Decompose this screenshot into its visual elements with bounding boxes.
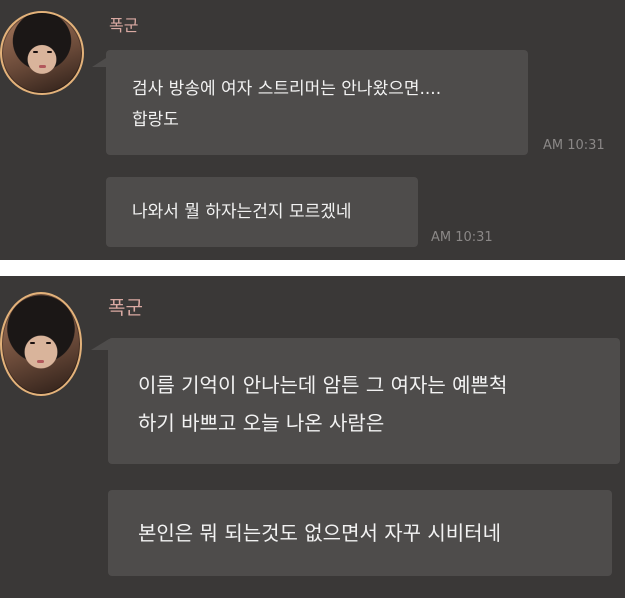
message-timestamp: AM 10:31 — [543, 138, 605, 153]
sender-name: 폭군 — [108, 297, 143, 319]
message-line: 본인은 뭐 되는것도 없으면서 자꾸 시비터네 — [138, 521, 501, 545]
avatar-eye — [30, 342, 35, 344]
message-line: 검사 방송에 여자 스트리머는 안나왔으면.... — [132, 79, 442, 99]
message-line: 나와서 뭘 하자는건지 모르겠네 — [132, 202, 352, 222]
message-bubble[interactable]: 나와서 뭘 하자는건지 모르겠네 — [106, 177, 418, 247]
sender-name: 폭군 — [109, 16, 139, 35]
message-line: 하기 바쁘고 오늘 나온 사람은 — [138, 411, 385, 435]
message-bubble[interactable]: 이름 기억이 안나는데 암튼 그 여자는 예쁜척 하기 바쁘고 오늘 나온 사람… — [108, 338, 620, 464]
message-line: 이름 기억이 안나는데 암튼 그 여자는 예쁜척 — [138, 373, 508, 397]
sender-avatar[interactable] — [0, 292, 82, 396]
avatar-eye — [33, 51, 38, 53]
bubble-tail — [91, 339, 109, 350]
message-timestamp: AM 10:31 — [431, 230, 493, 245]
chat-panel-top: 폭군 검사 방송에 여자 스트리머는 안나왔으면.... 합랑도 AM 10:3… — [0, 0, 625, 260]
bubble-tail — [92, 58, 106, 67]
message-line: 합랑도 — [132, 110, 179, 130]
avatar-eye — [46, 342, 51, 344]
sender-avatar[interactable] — [0, 11, 84, 95]
avatar-lip — [37, 360, 44, 363]
avatar-lip — [39, 65, 46, 68]
chat-panel-bottom: 폭군 이름 기억이 안나는데 암튼 그 여자는 예쁜척 하기 바쁘고 오늘 나온… — [0, 276, 625, 598]
avatar-eye — [47, 51, 52, 53]
message-bubble[interactable]: 검사 방송에 여자 스트리머는 안나왔으면.... 합랑도 — [106, 50, 528, 155]
message-bubble[interactable]: 본인은 뭐 되는것도 없으면서 자꾸 시비터네 — [108, 490, 612, 576]
